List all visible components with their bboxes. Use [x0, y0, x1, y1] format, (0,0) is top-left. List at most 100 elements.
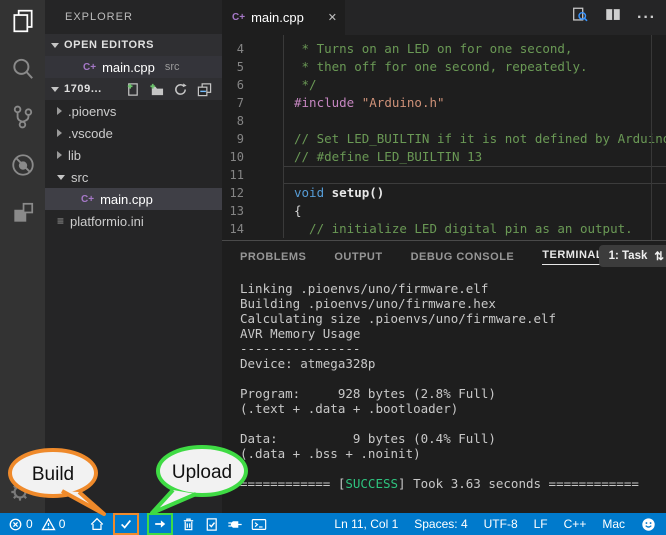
status-item-c-[interactable]: C++ — [564, 517, 587, 531]
line-number[interactable]: 9 — [222, 130, 244, 148]
code-text — [283, 166, 666, 184]
editor-group: C+ main.cpp ✕ ··· 3 *4 * Turns on an LED… — [222, 0, 666, 513]
code-lines: 3 *4 * Turns on an LED on for one second… — [222, 35, 666, 238]
terminal-line: Data: 9 bytes (0.4% Full) — [240, 431, 666, 446]
code-line[interactable]: 13{ — [222, 202, 666, 220]
line-number[interactable]: 13 — [222, 202, 244, 220]
search-icon[interactable] — [10, 56, 36, 82]
tree-item-label: src — [71, 170, 88, 185]
tree-item-src[interactable]: src — [45, 166, 222, 188]
code-line[interactable]: 14 // initialize LED digital pin as an o… — [222, 220, 666, 238]
terminal-line — [240, 416, 666, 431]
panel-tab-terminal[interactable]: TERMINAL — [542, 249, 603, 265]
panel-tab-bar: PROBLEMS OUTPUT DEBUG CONSOLE TERMINAL 1: T… — [222, 241, 666, 273]
build-button[interactable] — [113, 513, 139, 535]
refresh-icon[interactable] — [173, 82, 188, 97]
debug-icon[interactable] — [10, 152, 36, 178]
code-line[interactable]: 8 — [222, 112, 666, 130]
code-line[interactable]: 11 — [222, 166, 666, 184]
explorer-icon[interactable] — [10, 8, 36, 34]
line-number[interactable]: 7 — [222, 94, 244, 112]
tab-close-icon[interactable]: ✕ — [328, 11, 337, 24]
terminal-line: Linking .pioenvs/uno/firmware.elf — [240, 281, 666, 296]
tree-item-vscode[interactable]: .vscode — [45, 122, 222, 144]
editor-actions: ··· — [571, 0, 656, 35]
split-editor-icon[interactable] — [604, 6, 622, 29]
status-item-spaces-4[interactable]: Spaces: 4 — [414, 517, 467, 531]
bottom-panel: PROBLEMS OUTPUT DEBUG CONSOLE TERMINAL 1: T… — [222, 240, 666, 513]
ini-file-icon: ≡ — [57, 216, 64, 226]
status-item-utf-8[interactable]: UTF-8 — [484, 517, 518, 531]
tree-item-label: lib — [68, 148, 81, 163]
line-number[interactable]: 12 — [222, 184, 244, 202]
code-line[interactable]: 4 * Turns on an LED on for one second, — [222, 40, 666, 58]
chevron-collapsed-icon — [57, 151, 62, 159]
code-line[interactable]: 6 */ — [222, 76, 666, 94]
status-item-lf[interactable]: LF — [534, 517, 548, 531]
build-callout: Build — [4, 447, 110, 522]
terminal-line — [240, 461, 666, 476]
collapse-all-icon[interactable] — [197, 82, 212, 97]
tree-item-label: platformio.ini — [70, 214, 144, 229]
updown-arrows-icon: ⇅ — [654, 249, 664, 263]
task-dropdown[interactable]: 1: Task ⇅ — [599, 245, 666, 267]
code-text — [283, 112, 666, 130]
code-text: */ — [283, 76, 666, 94]
line-number[interactable]: 6 — [222, 76, 244, 94]
code-line[interactable]: 10 // #define LED_BUILTIN 13 — [222, 148, 666, 166]
folder-section-header[interactable]: 1709... — [45, 78, 222, 100]
activity-bar — [0, 0, 45, 513]
open-preview-icon[interactable] — [571, 6, 589, 29]
tab-main-cpp[interactable]: C+ main.cpp ✕ — [222, 0, 345, 35]
tree-item-pioenvs[interactable]: .pioenvs — [45, 100, 222, 122]
new-folder-icon[interactable] — [149, 82, 164, 97]
new-file-icon[interactable] — [125, 82, 140, 97]
line-number[interactable]: 11 — [222, 166, 244, 184]
terminal-line: ============ [SUCCESS] Took 3.63 seconds… — [240, 476, 666, 491]
tree-item-maincpp[interactable]: C+main.cpp — [45, 188, 222, 210]
code-editor[interactable]: 3 *4 * Turns on an LED on for one second… — [222, 35, 666, 240]
open-editor-item-main-cpp[interactable]: C+ main.cpp src — [45, 56, 222, 78]
file-tree: .pioenvs .vscode lib src C+main.cpp ≡ platform… — [45, 100, 222, 232]
tree-item-label: main.cpp — [100, 192, 153, 207]
line-number[interactable]: 8 — [222, 112, 244, 130]
editor-scrollbar-edge[interactable] — [651, 35, 652, 240]
source-control-icon[interactable] — [10, 104, 36, 130]
explorer-sidebar: EXPLORER OPEN EDITORS C+ main.cpp src 17… — [45, 0, 222, 513]
line-number[interactable]: 4 — [222, 40, 244, 58]
chevron-expanded-icon — [51, 43, 59, 48]
feedback-smiley-icon[interactable] — [641, 517, 656, 532]
tree-item-lib[interactable]: lib — [45, 144, 222, 166]
panel-tab-problems[interactable]: PROBLEMS — [240, 251, 306, 263]
more-actions-icon[interactable]: ··· — [637, 13, 656, 23]
tree-item-label: .vscode — [68, 126, 113, 141]
status-item-ln-11-col-1[interactable]: Ln 11, Col 1 — [334, 517, 398, 531]
code-text: #include "Arduino.h" — [283, 94, 666, 112]
code-line[interactable]: 12 void setup() — [222, 184, 666, 202]
line-number[interactable]: 5 — [222, 58, 244, 76]
line-number[interactable]: 14 — [222, 220, 244, 238]
chevron-expanded-icon — [51, 87, 59, 92]
terminal-line: Program: 928 bytes (2.8% Full) — [240, 386, 666, 401]
code-text: void setup() — [283, 184, 666, 202]
chevron-expanded-icon — [57, 175, 65, 180]
line-number[interactable]: 10 — [222, 148, 244, 166]
status-item-mac[interactable]: Mac — [602, 517, 625, 531]
tree-item-platformioini[interactable]: ≡ platformio.ini — [45, 210, 222, 232]
folder-name: 1709... — [64, 83, 102, 95]
folder-actions — [125, 82, 222, 97]
open-editors-header[interactable]: OPEN EDITORS — [45, 34, 222, 56]
panel-tab-debug-console[interactable]: DEBUG CONSOLE — [411, 251, 515, 263]
code-line[interactable]: 9 // Set LED_BUILTIN if it is not defined… — [222, 130, 666, 148]
code-text: // Set LED_BUILTIN if it is not defined … — [283, 130, 666, 148]
code-text: * Turns on an LED on for one second, — [283, 40, 666, 58]
cpp-file-icon: C+ — [83, 62, 96, 73]
extensions-icon[interactable] — [10, 200, 36, 226]
code-line[interactable]: 5 * then off for one second, repeatedly. — [222, 58, 666, 76]
code-text: // #define LED_BUILTIN 13 — [283, 148, 666, 166]
code-line[interactable]: 7 #include "Arduino.h" — [222, 94, 666, 112]
chevron-collapsed-icon — [57, 129, 62, 137]
panel-tab-output[interactable]: OUTPUT — [334, 251, 382, 263]
terminal-output[interactable]: Linking .pioenvs/uno/firmware.elfBuildin… — [222, 273, 666, 491]
open-editor-filename: main.cpp — [102, 60, 155, 75]
